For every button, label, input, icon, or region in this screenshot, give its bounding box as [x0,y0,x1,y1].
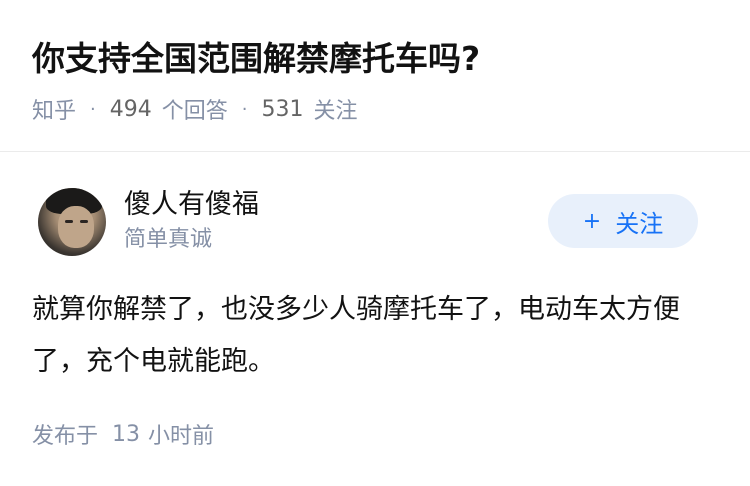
meta-separator: · [90,98,96,120]
author-bio: 简单真诚 [124,227,213,252]
publish-time-number: 13 [112,421,141,447]
question-title[interactable]: 你支持全国范围解禁摩托车吗? [32,36,480,82]
author-name[interactable]: 傻人有傻福 [124,187,259,223]
avatar-eye [65,220,73,223]
follow-button[interactable]: + 关注 [548,194,698,248]
avatar-face [58,206,94,248]
source-label[interactable]: 知乎 [32,93,76,125]
author-row: 傻人有傻福 简单真诚 [38,184,259,260]
avatar[interactable] [38,188,106,256]
plus-icon: + [582,208,602,234]
avatar-eye [80,220,88,223]
answer-count: 494 [109,96,152,122]
question-meta: 知乎 · 494 个回答 · 531 关注 [32,92,358,126]
follower-count: 531 [261,96,304,122]
follow-button-label: 关注 [615,209,664,238]
meta-separator: · [241,98,248,120]
question-header: 你支持全国范围解禁摩托车吗? 知乎 · 494 个回答 · 531 关注 [0,0,750,152]
author-info: 傻人有傻福 简单真诚 [124,187,259,257]
answer-page: 你支持全国范围解禁摩托车吗? 知乎 · 494 个回答 · 531 关注 傻人有… [0,0,750,486]
follower-count-unit: 关注 [313,99,358,124]
answer-count-unit[interactable]: 个回答 [162,93,228,125]
publish-time-unit: 小时前 [148,424,215,449]
publish-time: 发布于 13 小时前 [32,418,214,450]
answer-content[interactable]: 就算你解禁了，也没多少人骑摩托车了，电动车太方便了，充个电就能跑。 [32,284,722,388]
publish-label: 发布于 [32,424,99,449]
